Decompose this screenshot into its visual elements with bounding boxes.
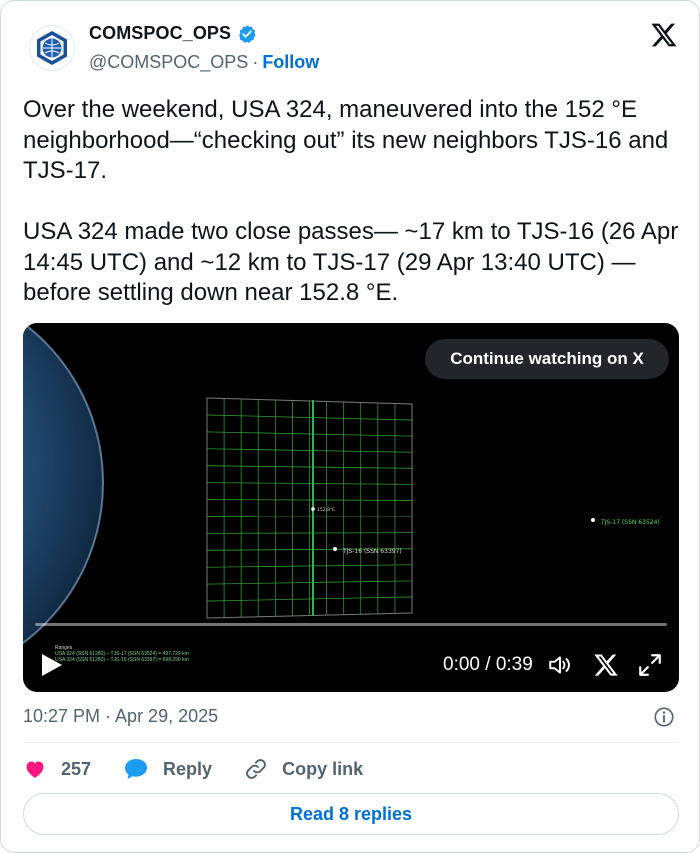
earth-globe <box>23 323 103 643</box>
tweet-text: Over the weekend, USA 324, maneuvered in… <box>23 96 679 306</box>
x-watch-icon[interactable] <box>593 652 619 678</box>
video-time: 0:00 / 0:39 <box>443 654 533 675</box>
tweet-meta: 10:27 PM · Apr 29, 2025 <box>23 706 679 730</box>
tjs16-label: TJS-16 (SSN 63397) <box>342 548 402 555</box>
display-name[interactable]: COMSPOC_OPS <box>89 23 231 44</box>
divider <box>23 742 679 743</box>
video-player[interactable]: 152.8°E TJS-16 (SSN 63397) TJS-17 (SSN 6… <box>23 323 679 692</box>
tweet-header: COMSPOC_OPS @COMSPOC_OPS · Follow <box>23 19 679 79</box>
grid-center-label: 152.8°E <box>317 507 335 513</box>
fullscreen-icon[interactable] <box>637 652 663 678</box>
separator-dot: · <box>252 52 259 72</box>
x-logo-icon[interactable] <box>649 21 679 49</box>
reply-bubble-icon <box>125 759 148 779</box>
link-icon <box>246 759 266 779</box>
tweet-actions: 257 Reply Copy link <box>23 753 679 785</box>
copy-link-label: Copy link <box>282 758 364 779</box>
heart-icon <box>26 761 44 778</box>
tjs17-label: TJS-17 (SSN 63524) <box>600 519 660 526</box>
tweet-card: COMSPOC_OPS @COMSPOC_OPS · Follow Over t… <box>0 0 700 853</box>
info-icon[interactable] <box>653 706 675 728</box>
verified-badge-icon <box>239 24 256 43</box>
video-progress-bar[interactable] <box>35 623 667 626</box>
copy-link-button[interactable]: Copy link <box>244 757 363 781</box>
grid-line-horizontal <box>206 532 413 534</box>
handle[interactable]: @COMSPOC_OPS <box>89 52 248 73</box>
geo-position-dot <box>311 507 315 511</box>
grid-line-horizontal <box>206 499 413 501</box>
comspoc-logo-icon <box>37 31 67 65</box>
tjs17-dot <box>591 518 595 522</box>
tweet-timestamp[interactable]: 10:27 PM · Apr 29, 2025 <box>23 706 218 726</box>
like-count: 257 <box>61 758 92 779</box>
continue-watching-button[interactable]: Continue watching on X <box>425 339 669 379</box>
play-icon[interactable] <box>41 653 63 677</box>
reply-button[interactable]: Reply <box>123 757 212 781</box>
volume-icon[interactable] <box>547 652 573 678</box>
tjs16-dot <box>333 547 337 551</box>
like-button[interactable]: 257 <box>23 757 91 781</box>
read-replies-button[interactable]: Read 8 replies <box>23 793 679 835</box>
follow-button[interactable]: Follow <box>262 52 319 73</box>
avatar[interactable] <box>29 25 75 71</box>
orbital-grid <box>206 397 413 619</box>
video-controls: 0:00 / 0:39 <box>23 643 679 687</box>
reply-label: Reply <box>163 758 213 779</box>
